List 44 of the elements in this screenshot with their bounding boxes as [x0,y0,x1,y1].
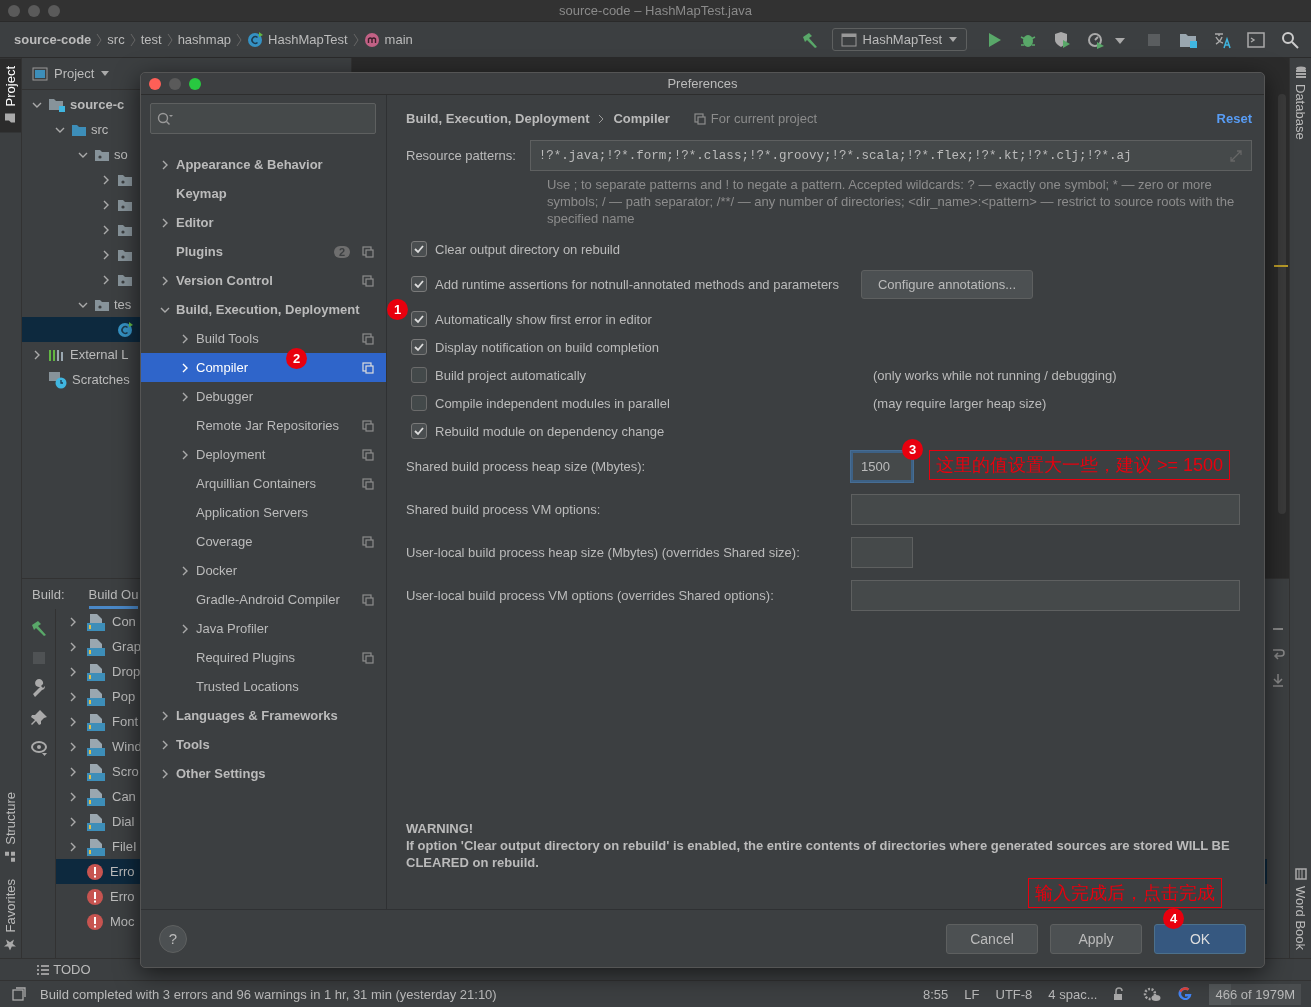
tree-item-label: Drop [112,664,141,679]
tree-item-label: source-c [70,97,125,112]
field-label: Resource patterns: [406,148,516,163]
tree-item-label: so [114,147,128,162]
annotation-callout: 输入完成后，点击完成 [1028,877,1222,908]
tree-item-label: FileI [112,839,137,854]
checkbox-label: Add runtime assertions for notnull-annotated methods and parameters [435,276,839,292]
tree-item-label: Pop [112,689,136,704]
hint-text: Use ; to separate patterns and ! to negate a pattern. Accepted wildcards: ? — exactly one symbol; * — zero or more symbols; / — path separator; /**/ — any number of directories; <dir_name>:<pattern> — restrict to source roots with the specified name [547,176,1236,227]
step-number-marker: 1 [387,299,408,320]
tree-item-label: Erro [110,889,135,904]
field-label: Shared build process heap size (Mbytes): [406,459,647,474]
field-label: User-local build process heap size (Mbytes) (overrides Shared size): [406,545,801,560]
tree-item-label: tes [114,297,132,312]
tree-item-label: Erro [110,864,135,879]
tree-item-label: Con [112,614,136,629]
field-label: User-local build process VM options (overrides Shared options): [406,588,775,603]
window-title: source-code – HashMapTest.java [558,3,753,18]
tree-item-label: Moc [110,914,135,929]
tree-item-label: Can [112,789,136,804]
step-number-marker: 3 [902,439,923,460]
warning-text: If option 'Clear output directory on rebuild' is enabled, the entire contents of directories where generated sources are stored WILL BE CLEARED on rebuild. [406,837,1231,871]
tree-item-label: Scro [112,764,139,779]
checkbox-label: Display notification on build completion [435,339,660,355]
note-text: (only works while not running / debugging) [873,367,1117,383]
warning-title: WARNING! [406,820,475,837]
tree-item-label: Dial [112,814,135,829]
tree-item-label: Font [112,714,138,729]
checkbox-label: Clear output directory on rebuild [435,241,621,257]
annotation-callout: 这里的值设置大一些，建议 >= 1500 [929,450,1231,480]
scope-label: For current project [710,111,817,126]
checkbox-label: Compile independent modules in parallel [435,395,671,411]
field-label: Shared build process VM options: [406,502,602,517]
tree-item-label: src [91,122,109,137]
checkbox-label: Rebuild module on dependency change [435,423,666,439]
tree-item-label: Scratches [72,372,130,387]
checkbox-label: Build project automatically [435,367,588,383]
panel-label: Build: [32,586,65,602]
dialog-title: Preferences [666,76,739,91]
status-message: Build completed with 3 errors and 96 warnings in 1 hr, 31 min (yesterday 21:10) [40,986,497,1002]
tree-item-label: Grap [112,639,141,654]
checkbox-label: Automatically show first error in editor [435,311,653,327]
tree-item-label: External L [70,347,129,362]
note-text: (may require larger heap size) [873,395,1047,411]
